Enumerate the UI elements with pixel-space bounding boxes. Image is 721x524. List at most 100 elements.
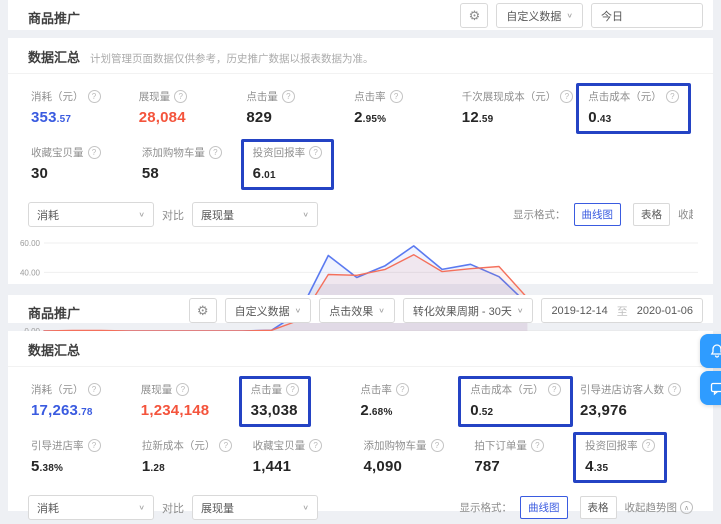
metric-value-decimal: .01 bbox=[261, 170, 276, 181]
view-line-button[interactable]: 曲线图 bbox=[574, 203, 622, 226]
metric-label-text: 点击量 bbox=[246, 89, 278, 104]
metric-label-text: 消耗（元） bbox=[31, 89, 84, 104]
metric-cell: 千次展现成本（元）?12.59 bbox=[459, 86, 586, 134]
help-icon[interactable]: ? bbox=[396, 383, 409, 396]
metric-label: 点击率? bbox=[354, 89, 403, 104]
metric-value: 2.68% bbox=[360, 402, 409, 419]
help-icon[interactable]: ? bbox=[88, 383, 101, 396]
compare-select-value: 展现量 bbox=[201, 500, 234, 516]
effect-type-dropdown[interactable]: 点击效果 ∨ bbox=[319, 298, 395, 323]
metric-value: 58 bbox=[142, 165, 222, 182]
metric-cell: 消耗（元）?17,263.78 bbox=[28, 379, 138, 427]
customize-data-dropdown[interactable]: 自定义数据 ∨ bbox=[225, 298, 312, 323]
help-icon[interactable]: ? bbox=[431, 439, 444, 452]
metric-value: 12.59 bbox=[462, 109, 574, 126]
metric-value-int: 787 bbox=[474, 458, 500, 475]
metric-box: 添加购物车量?4,090 bbox=[352, 432, 456, 483]
metric-label-text: 投资回报率 bbox=[585, 438, 638, 453]
metric-label-text: 拉新成本（元） bbox=[142, 438, 216, 453]
metric-select[interactable]: 消耗 ∨ bbox=[28, 495, 154, 520]
help-icon[interactable]: ? bbox=[174, 90, 187, 103]
help-icon[interactable]: ? bbox=[668, 383, 681, 396]
collapse-trend-button[interactable]: 收起趋势图 bbox=[678, 207, 693, 222]
metric-value: 6.01 bbox=[253, 165, 323, 182]
view-table-button[interactable]: 表格 bbox=[580, 496, 617, 519]
metric-cell: 点击量?33,038 bbox=[248, 379, 358, 427]
svg-text:40.00: 40.00 bbox=[20, 268, 41, 277]
settings-button[interactable]: ⚙ bbox=[189, 298, 217, 323]
metric-cell: 拉新成本（元）?1.28 bbox=[139, 435, 250, 483]
metric-value: 33,038 bbox=[251, 402, 300, 419]
metric-value-int: 30 bbox=[31, 165, 48, 182]
date-range-picker[interactable]: 2019-12-14 至 2020-01-06 bbox=[541, 298, 703, 323]
help-icon[interactable]: ? bbox=[548, 383, 561, 396]
view-table-button[interactable]: 表格 bbox=[633, 203, 670, 226]
help-icon[interactable]: ? bbox=[560, 90, 573, 103]
metric-label: 展现量? bbox=[139, 89, 188, 104]
metric-label-text: 收藏宝贝量 bbox=[253, 438, 306, 453]
metric-value-decimal: .43 bbox=[597, 114, 612, 125]
help-icon[interactable]: ? bbox=[309, 439, 322, 452]
help-icon[interactable]: ? bbox=[286, 383, 299, 396]
metrics-row: 消耗（元）?353.57展现量?28,084点击量?829点击率?2.95%千次… bbox=[8, 74, 713, 134]
help-icon[interactable]: ? bbox=[390, 90, 403, 103]
customize-data-dropdown[interactable]: 自定义数据 ∨ bbox=[496, 3, 583, 28]
help-icon[interactable]: ? bbox=[88, 146, 101, 159]
date-picker[interactable]: 今日 bbox=[591, 3, 703, 28]
customize-data-label: 自定义数据 bbox=[235, 303, 290, 319]
summary-header: 数据汇总 计划管理页面数据仅供参考，历史推广数据以报表数据为准。 bbox=[8, 38, 713, 74]
customer-service-float-button[interactable] bbox=[700, 371, 721, 405]
metric-value-decimal: .59 bbox=[479, 114, 494, 125]
compare-select[interactable]: 展现量 ∨ bbox=[192, 495, 318, 520]
metric-label: 引导进店率? bbox=[31, 438, 101, 453]
compare-select[interactable]: 展现量 ∨ bbox=[192, 202, 318, 227]
metric-value-int: 6 bbox=[253, 165, 262, 182]
metric-cell: 收藏宝贝量?1,441 bbox=[250, 435, 361, 483]
metric-select[interactable]: 消耗 ∨ bbox=[28, 202, 154, 227]
metric-cell: 投资回报率? 4.35 bbox=[582, 435, 693, 483]
metric-highlight-box: 点击量?33,038 bbox=[239, 376, 312, 427]
help-icon[interactable]: ? bbox=[282, 90, 295, 103]
panel1-summary-card: 数据汇总 计划管理页面数据仅供参考，历史推广数据以报表数据为准。 消耗（元）? 3… bbox=[8, 38, 713, 284]
gear-icon: ⚙ bbox=[469, 8, 481, 24]
floating-widget-stack bbox=[700, 334, 721, 405]
help-icon[interactable]: ? bbox=[666, 90, 679, 103]
metric-value-decimal: .78 bbox=[78, 407, 93, 418]
metric-label: 投资回报率? bbox=[585, 438, 655, 453]
collapse-trend-label: 收起趋势图 bbox=[678, 207, 693, 222]
notification-float-button[interactable] bbox=[700, 334, 721, 368]
metric-value: 829 bbox=[246, 109, 295, 126]
metric-value-decimal: .35 bbox=[594, 463, 609, 474]
help-icon[interactable]: ? bbox=[176, 383, 189, 396]
view-table-label: 表格 bbox=[588, 500, 609, 515]
metric-label: 投资回报率? bbox=[253, 145, 323, 160]
svg-text:60.00: 60.00 bbox=[20, 239, 41, 248]
metric-value-int: 829 bbox=[246, 109, 272, 126]
help-icon[interactable]: ? bbox=[309, 146, 322, 159]
metric-box: 引导进店率?5.38% bbox=[19, 432, 113, 483]
metric-value-int: 4 bbox=[585, 458, 594, 475]
help-icon[interactable]: ? bbox=[531, 439, 544, 452]
help-icon[interactable]: ? bbox=[642, 439, 655, 452]
help-icon[interactable]: ? bbox=[88, 439, 101, 452]
metric-select-value: 消耗 bbox=[37, 500, 59, 516]
help-icon[interactable]: ? bbox=[219, 439, 232, 452]
metric-label: 拉新成本（元）? bbox=[142, 438, 233, 453]
metric-label: 添加购物车量? bbox=[364, 438, 444, 453]
metric-value-int: 28,084 bbox=[139, 109, 186, 126]
metric-value: 353.57 bbox=[31, 109, 101, 126]
metric-cell: 展现量?1,234,148 bbox=[138, 379, 248, 427]
metric-value: 1,234,148 bbox=[141, 402, 210, 419]
metric-cell: 引导进店率?5.38% bbox=[28, 435, 139, 483]
collapse-trend-button[interactable]: 收起趋势图 ∧ bbox=[625, 500, 694, 515]
display-format-label: 显示格式： bbox=[460, 500, 513, 515]
metric-box: 展现量? 28,084 bbox=[127, 83, 200, 134]
chevron-down-icon: ∨ bbox=[138, 211, 145, 218]
help-icon[interactable]: ? bbox=[209, 146, 222, 159]
view-line-button[interactable]: 曲线图 bbox=[520, 496, 568, 519]
help-icon[interactable]: ? bbox=[88, 90, 101, 103]
settings-button[interactable]: ⚙ bbox=[460, 3, 488, 28]
metric-highlight-box: 点击成本（元）?0.52 bbox=[458, 376, 573, 427]
conversion-period-dropdown[interactable]: 转化效果周期 - 30天 ∨ bbox=[403, 298, 534, 323]
metric-value-int: 58 bbox=[142, 165, 159, 182]
